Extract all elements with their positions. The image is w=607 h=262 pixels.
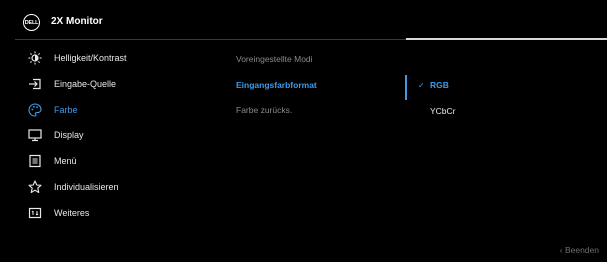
display-icon [28, 128, 42, 142]
logo-text: DELL [24, 19, 39, 26]
menu-icon [28, 154, 42, 168]
brightness-icon [28, 51, 42, 65]
menu-item-others[interactable]: Weiteres [28, 204, 89, 222]
menu-item-personalize[interactable]: Individualisieren [28, 178, 119, 196]
menu-item-display[interactable]: Display [28, 126, 84, 144]
input-source-icon [28, 77, 42, 91]
submenu-reset-color[interactable]: Farbe zurücks. [236, 105, 292, 115]
submenu-input-color-format[interactable]: Eingangsfarbformat [236, 80, 317, 90]
menu-item-menu[interactable]: Menü [28, 152, 77, 170]
option-rgb[interactable]: RGB [430, 80, 449, 90]
header-divider-highlight [406, 38, 607, 40]
menu-item-label: Individualisieren [54, 182, 119, 192]
menu-item-label: Menü [54, 156, 77, 166]
option-ycbcr[interactable]: YCbCr [430, 106, 456, 116]
menu-item-label: Weiteres [54, 208, 90, 218]
check-icon: ✓ [418, 81, 425, 90]
selection-divider [405, 75, 407, 100]
submenu-preset-modes[interactable]: Voreingestellte Modi [236, 54, 313, 64]
palette-icon [28, 103, 42, 117]
monitor-title: 2X Monitor [51, 16, 103, 27]
dell-logo: DELL [23, 14, 40, 31]
others-icon [28, 206, 42, 220]
menu-item-label: Farbe [54, 105, 78, 115]
menu-item-color[interactable]: Farbe [28, 101, 78, 119]
menu-item-label: Helligkeit/Kontrast [54, 53, 127, 63]
menu-item-input-source[interactable]: Eingabe-Quelle [28, 75, 116, 93]
menu-item-brightness-contrast[interactable]: Helligkeit/Kontrast [28, 49, 127, 67]
menu-item-label: Display [54, 130, 84, 140]
osd-header: DELL 2X Monitor [0, 0, 607, 40]
monitor-osd: DELL 2X Monitor Helligkeit/Kontrast Eing… [0, 0, 607, 262]
star-icon [28, 180, 42, 194]
menu-item-label: Eingabe-Quelle [54, 79, 117, 89]
exit-button[interactable]: ‹ Beenden [560, 245, 599, 255]
